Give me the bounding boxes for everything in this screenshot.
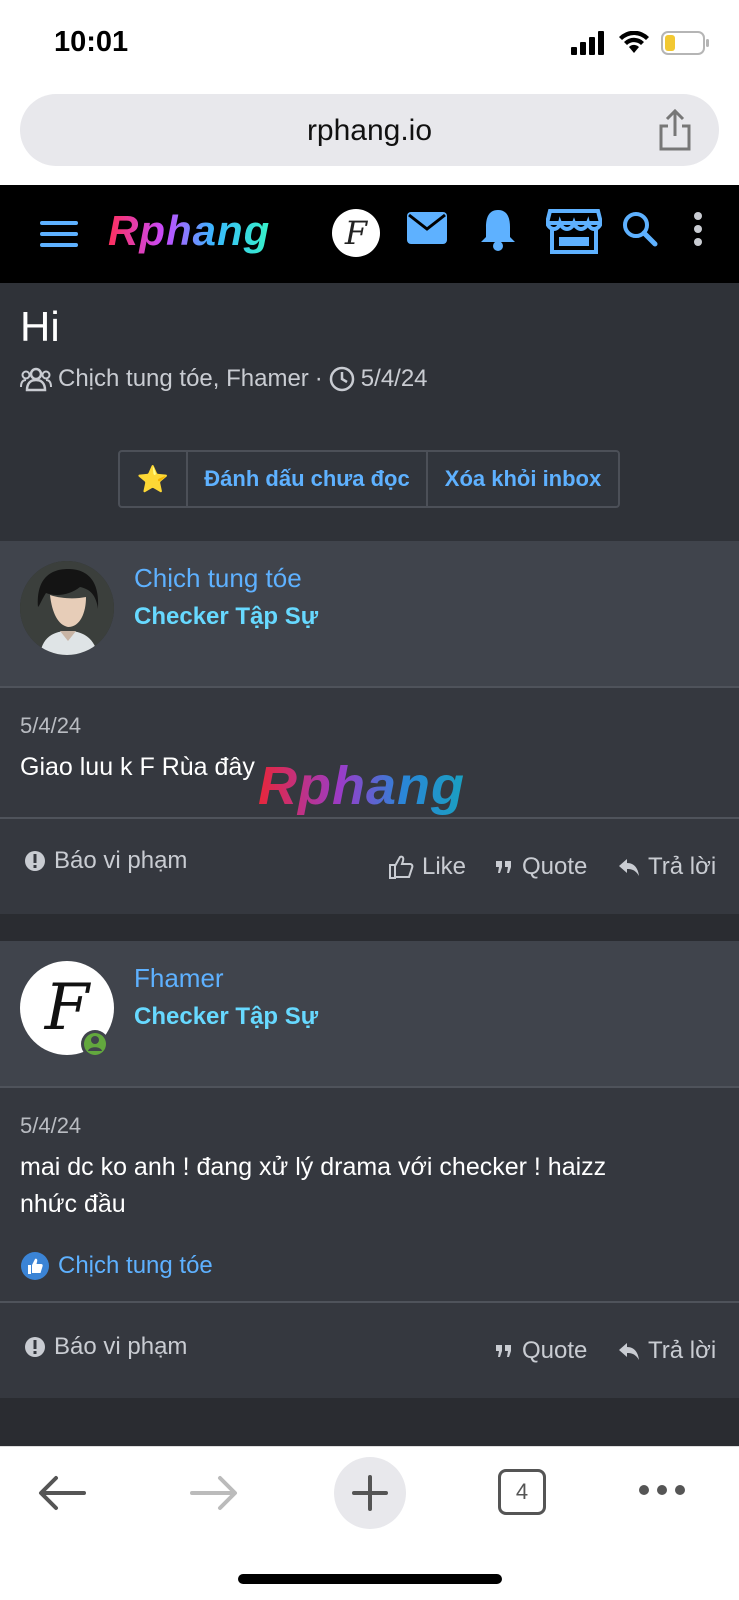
store-icon[interactable] [546, 207, 602, 255]
remove-inbox-button[interactable]: Xóa khỏi inbox [428, 452, 618, 506]
quote-label: Quote [522, 853, 588, 880]
user-title: Checker Tập Sự [134, 603, 319, 630]
reply-icon [619, 1343, 639, 1360]
message-separator [0, 1398, 739, 1446]
username-link[interactable]: Chịch tung tóe [134, 563, 302, 594]
new-tab-button[interactable] [334, 1457, 406, 1529]
quote-label: Quote [522, 1337, 588, 1364]
reactions-bar[interactable]: Chịch tung tóe [20, 1251, 213, 1281]
mark-unread-button[interactable]: Đánh dấu chưa đọc [188, 452, 428, 506]
quote-icon [496, 1345, 511, 1357]
status-bar: 10:01 [0, 0, 739, 92]
alert-icon [25, 851, 45, 871]
quote-button[interactable]: Quote [494, 1337, 587, 1365]
status-icons [571, 30, 711, 56]
like-button[interactable]: Like [388, 853, 466, 881]
conversation-content: Hi Chịch tung tóe, Fhamer · 5/4/24 ⭐ Đán… [0, 283, 739, 1446]
star-button[interactable]: ⭐ [120, 452, 188, 506]
message-footer: Báo vi phạm Quote Trả lời [0, 1301, 739, 1398]
like-reaction-icon [21, 1252, 49, 1280]
conversation-meta: Chịch tung tóe, Fhamer · 5/4/24 [20, 365, 428, 393]
message-date[interactable]: 5/4/24 [20, 1113, 81, 1139]
menu-icon[interactable] [40, 219, 78, 249]
star-icon: ⭐ [136, 463, 170, 494]
wifi-icon [619, 31, 649, 53]
message-body: mai dc ko anh ! đang xử lý drama với che… [20, 1153, 607, 1218]
plus-icon [352, 1475, 388, 1511]
forward-arrow-icon[interactable] [190, 1475, 238, 1511]
search-icon[interactable] [622, 211, 658, 247]
message-user-block: Chịch tung tóe Checker Tập Sự [0, 541, 739, 688]
address-bar[interactable]: rphang.io [20, 94, 719, 166]
report-button[interactable]: Báo vi phạm [24, 847, 187, 875]
report-button[interactable]: Báo vi phạm [24, 1333, 187, 1361]
message-post: F Fhamer Checker Tập Sự 5/4/24 mai dc ko… [0, 941, 739, 1398]
reply-icon [619, 859, 639, 876]
tabs-button[interactable]: 4 [498, 1469, 546, 1515]
page-title: Hi [20, 303, 60, 350]
share-icon[interactable] [657, 108, 693, 152]
message-post: Chịch tung tóe Checker Tập Sự 5/4/24 Gia… [0, 541, 739, 914]
clock-icon [329, 366, 355, 392]
username-link[interactable]: Fhamer [134, 963, 224, 994]
bell-icon[interactable] [479, 207, 517, 251]
liked-by-link[interactable]: Chịch tung tóe [58, 1252, 213, 1280]
participants-text[interactable]: Chịch tung tóe, Fhamer [58, 365, 309, 393]
browser-address-area: rphang.io [0, 92, 739, 185]
back-arrow-icon[interactable] [38, 1475, 86, 1511]
avatar[interactable] [20, 561, 114, 655]
more-vertical-icon[interactable] [690, 211, 706, 247]
report-label: Báo vi phạm [54, 847, 188, 874]
tab-count: 4 [515, 1479, 529, 1504]
status-time: 10:01 [54, 26, 129, 58]
site-header: Rphang F [0, 185, 739, 283]
more-horizontal-icon[interactable] [638, 1483, 686, 1497]
site-logo[interactable]: Rphang [108, 207, 270, 255]
online-status-icon [81, 1030, 109, 1058]
quote-button[interactable]: Quote [494, 853, 587, 881]
message-date[interactable]: 5/4/24 [20, 713, 81, 739]
alert-icon [25, 1337, 45, 1357]
user-title: Checker Tập Sự [134, 1003, 319, 1030]
avatar-letter: F [344, 214, 368, 252]
url-text[interactable]: rphang.io [20, 114, 719, 148]
message-footer: Báo vi phạm Like Quote Trả lời [0, 817, 739, 914]
like-label: Like [422, 853, 467, 880]
message-user-block: F Fhamer Checker Tập Sự [0, 941, 739, 1088]
user-avatar-button[interactable]: F [332, 209, 380, 257]
users-icon [20, 367, 52, 392]
cellular-signal-icon [571, 31, 604, 55]
reply-button[interactable]: Trả lời [618, 853, 716, 881]
message-separator [0, 914, 739, 941]
reply-label: Trả lời [648, 1337, 717, 1364]
conversation-actions: ⭐ Đánh dấu chưa đọc Xóa khỏi inbox [118, 450, 620, 508]
home-indicator [238, 1574, 502, 1584]
reply-button[interactable]: Trả lời [618, 1337, 716, 1365]
mail-icon[interactable] [406, 211, 448, 245]
reply-label: Trả lời [648, 853, 717, 880]
thumbs-up-icon [389, 855, 414, 879]
quote-icon [496, 861, 511, 873]
conversation-date: 5/4/24 [360, 365, 428, 392]
battery-icon [661, 31, 709, 55]
meta-separator: · [314, 365, 323, 392]
watermark-logo: Rphang [258, 756, 465, 816]
avatar-image [20, 561, 114, 655]
report-label: Báo vi phạm [54, 1333, 188, 1360]
